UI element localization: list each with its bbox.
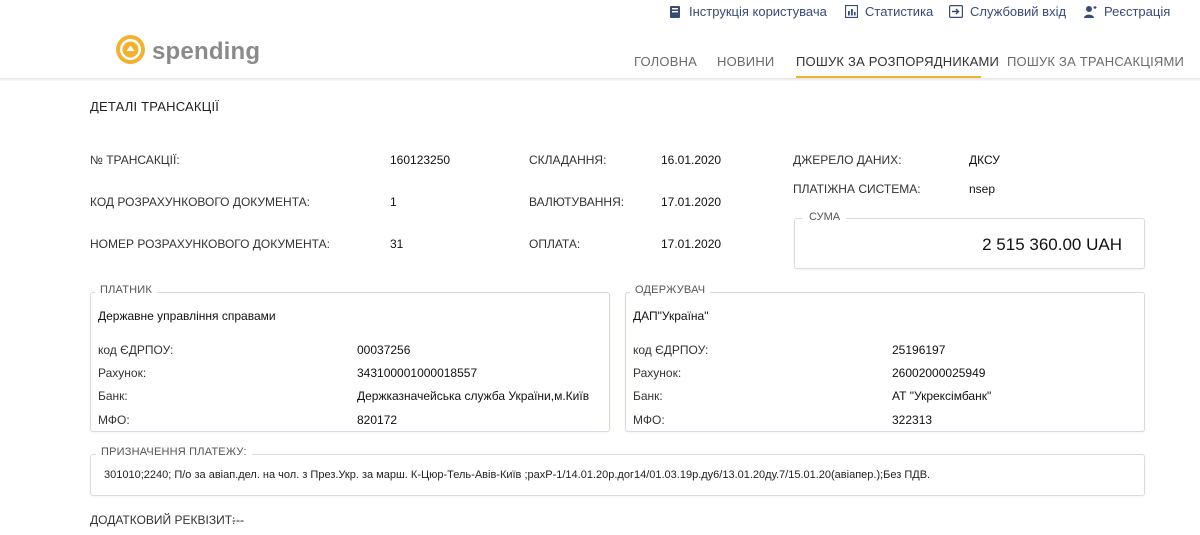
payer-mfo-value: 820172 bbox=[357, 413, 398, 427]
receiver-account-label: Рахунок: bbox=[633, 366, 682, 380]
extra-requisite-label: ДОДАТКОВИЙ РЕКВІЗИТ: bbox=[90, 513, 236, 527]
payer-name: Державне управління справами bbox=[98, 309, 276, 323]
user-guide-link[interactable]: Інструкція користувача bbox=[668, 4, 827, 19]
header-divider bbox=[0, 78, 1200, 81]
page-title: ДЕТАЛІ ТРАНСАКЦІЇ bbox=[90, 99, 220, 114]
top-utility-bar: Інструкція користувача Статистика Службо… bbox=[0, 0, 1200, 26]
chart-icon bbox=[844, 5, 858, 19]
nav-search-by-managers[interactable]: ПОШУК ЗА РОЗПОРЯДНИКАМИ bbox=[796, 54, 999, 69]
doc-number-label: НОМЕР РОЗРАХУНКОВОГО ДОКУМЕНТА: bbox=[90, 237, 330, 251]
transaction-no-label: № ТРАНСАКЦІЇ: bbox=[90, 153, 180, 167]
data-source-label: ДЖЕРЕЛО ДАНИХ: bbox=[793, 153, 902, 167]
transaction-no-value: 160123250 bbox=[390, 153, 451, 167]
payment-purpose-legend: ПРИЗНАЧЕННЯ ПЛАТЕЖУ: bbox=[96, 446, 252, 458]
nav-home[interactable]: ГОЛОВНА bbox=[634, 54, 697, 69]
receiver-mfo-label: МФО: bbox=[633, 413, 665, 427]
registration-link[interactable]: Реєстрація bbox=[1083, 4, 1170, 19]
created-value: 16.01.2020 bbox=[661, 153, 722, 167]
payment-purpose-text: 301010;2240; П/о за авіап.дел. на чол. з… bbox=[104, 469, 931, 481]
registration-label: Реєстрація bbox=[1104, 4, 1171, 19]
sum-label: СУМА bbox=[803, 211, 847, 223]
doc-code-label: КОД РОЗРАХУНКОВОГО ДОКУМЕНТА: bbox=[90, 195, 310, 209]
payment-system-label: ПЛАТІЖНА СИСТЕМА: bbox=[793, 182, 921, 196]
payer-edrpou-value: 00037256 bbox=[357, 343, 411, 357]
payer-bank-label: Банк: bbox=[98, 389, 128, 403]
created-label: СКЛАДАННЯ: bbox=[529, 153, 607, 167]
payer-account-value: 34310000100001​8557 bbox=[357, 366, 478, 380]
user-add-icon bbox=[1083, 5, 1097, 19]
login-icon bbox=[949, 5, 963, 19]
payer-bank-value: Держказначейська служба України,м.Київ bbox=[357, 389, 590, 403]
receiver-bank-value: АТ "Укрексімбанк" bbox=[892, 389, 992, 403]
payer-edrpou-label: код ЄДРПОУ: bbox=[98, 343, 174, 357]
payer-mfo-label: МФО: bbox=[98, 413, 130, 427]
main-nav: ГОЛОВНА НОВИНИ ПОШУК ЗА РОЗПОРЯДНИКАМИ П… bbox=[0, 48, 1200, 80]
receiver-account-value: 26002000025949 bbox=[892, 366, 986, 380]
receiver-edrpou-value: 25196197 bbox=[892, 343, 946, 357]
statistics-label: Статистика bbox=[865, 4, 934, 19]
service-login-link[interactable]: Службовий вхід bbox=[949, 4, 1066, 19]
book-icon bbox=[668, 5, 682, 19]
data-source-value: ДКСУ bbox=[969, 153, 1000, 167]
sum-value: 2 515 360.00 UAH bbox=[982, 235, 1122, 254]
value-date-value: 17.01.2020 bbox=[661, 195, 722, 209]
doc-code-value: 1 bbox=[390, 195, 397, 209]
value-date-label: ВАЛЮТУВАННЯ: bbox=[529, 195, 625, 209]
doc-number-value: 31 bbox=[390, 237, 404, 251]
user-guide-label: Інструкція користувача bbox=[689, 4, 827, 19]
payment-date-label: ОПЛАТА: bbox=[529, 237, 581, 251]
nav-news[interactable]: НОВИНИ bbox=[717, 54, 774, 69]
statistics-link[interactable]: Статистика bbox=[844, 4, 933, 19]
receiver-edrpou-label: код ЄДРПОУ: bbox=[633, 343, 709, 357]
extra-requisite-value: --- bbox=[232, 513, 244, 527]
receiver-mfo-value: 322313 bbox=[892, 413, 933, 427]
payment-system-value: nsep bbox=[969, 182, 996, 196]
service-login-label: Службовий вхід bbox=[970, 4, 1067, 19]
nav-search-by-transactions[interactable]: ПОШУК ЗА ТРАНСАКЦІЯМИ bbox=[1007, 54, 1184, 69]
receiver-bank-label: Банк: bbox=[633, 389, 663, 403]
receiver-name: ДАП"Україна" bbox=[633, 309, 709, 323]
receiver-legend: ОДЕРЖУВАЧ bbox=[630, 284, 711, 296]
payer-legend: ПЛАТНИК bbox=[95, 284, 157, 296]
payer-account-label: Рахунок: bbox=[98, 366, 147, 380]
payment-date-value: 17.01.2020 bbox=[661, 237, 722, 251]
